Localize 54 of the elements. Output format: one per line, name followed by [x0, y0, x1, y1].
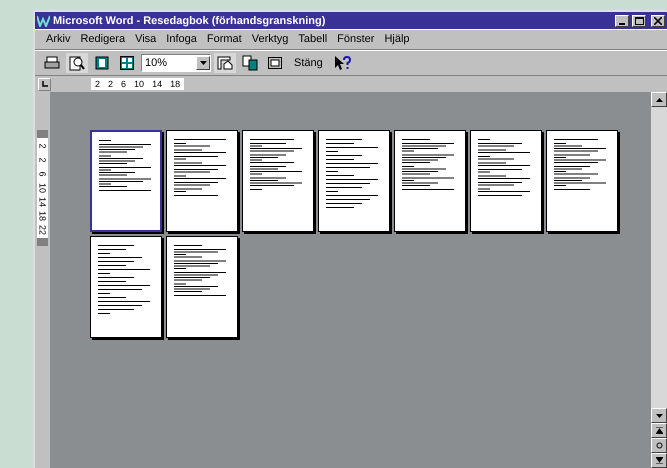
close-preview-button[interactable]: Stäng: [289, 54, 328, 70]
page-thumbnail[interactable]: [242, 130, 314, 232]
down-arrow-icon: [656, 414, 662, 418]
maximize-icon: [634, 16, 644, 24]
page-thumbnail[interactable]: [166, 236, 238, 338]
page-thumbnail[interactable]: [546, 130, 618, 232]
full-screen-icon: [268, 56, 282, 68]
printer-icon: [44, 56, 60, 70]
toolbar-button[interactable]: [66, 52, 88, 72]
menu-item[interactable]: Redigera: [75, 31, 130, 47]
close-button[interactable]: [651, 14, 665, 26]
help-pointer-icon: [332, 54, 351, 70]
page-thumbnail[interactable]: [90, 236, 162, 338]
previous-page-icon: [656, 427, 662, 434]
minimize-icon: [619, 22, 625, 24]
menu-item[interactable]: Arkiv: [41, 31, 76, 47]
menu-item[interactable]: Visa: [130, 31, 162, 47]
tab-stop-button[interactable]: [38, 78, 51, 90]
page-thumbnail[interactable]: [90, 130, 162, 232]
pages-icon: [120, 56, 134, 70]
page-thumbnail[interactable]: [470, 130, 542, 232]
previous-page-button[interactable]: [651, 423, 667, 438]
shrink-pages-icon: [242, 54, 258, 70]
next-page-button[interactable]: [651, 453, 667, 468]
window-title: Microsoft Word - Resedagbok (förhandsgranskning): [53, 14, 326, 26]
scroll-up-button[interactable]: [651, 92, 667, 107]
zoom-dropdown[interactable]: 10%: [141, 54, 211, 72]
down-arrow-icon: [200, 60, 206, 64]
close-icon: [654, 16, 662, 24]
scroll-down-button[interactable]: [651, 408, 667, 423]
page-thumbnail[interactable]: [166, 130, 238, 232]
word-logo-icon: [37, 14, 50, 26]
menu-item[interactable]: Hjälp: [379, 31, 415, 47]
minimize-button[interactable]: [615, 14, 629, 26]
vertical-ruler[interactable]: 2 2 6 10 14 18 22: [37, 130, 48, 246]
page-thumbnail[interactable]: [318, 130, 390, 232]
vertical-scrollbar[interactable]: [651, 92, 667, 468]
browse-object-button[interactable]: [651, 438, 667, 453]
menu-item[interactable]: Fönster: [332, 31, 380, 47]
magnifier-icon: [69, 54, 85, 70]
menu-item[interactable]: Tabell: [293, 31, 332, 47]
horizontal-ruler[interactable]: 2 2 6 10 14 18: [91, 78, 184, 90]
left-tab-icon: [42, 81, 48, 87]
toolbar-button[interactable]: [214, 52, 236, 72]
up-arrow-icon: [656, 98, 662, 102]
circle-icon: [656, 442, 662, 449]
page-thumbnail[interactable]: [394, 130, 466, 232]
maximize-button[interactable]: [632, 14, 646, 26]
page-icon: [95, 56, 109, 70]
menu-item[interactable]: Verktyg: [246, 31, 294, 47]
ruler-icon: [217, 56, 233, 70]
next-page-icon: [656, 457, 662, 464]
menu-item[interactable]: Format: [202, 31, 247, 47]
menu-item[interactable]: Infoga: [161, 31, 202, 47]
